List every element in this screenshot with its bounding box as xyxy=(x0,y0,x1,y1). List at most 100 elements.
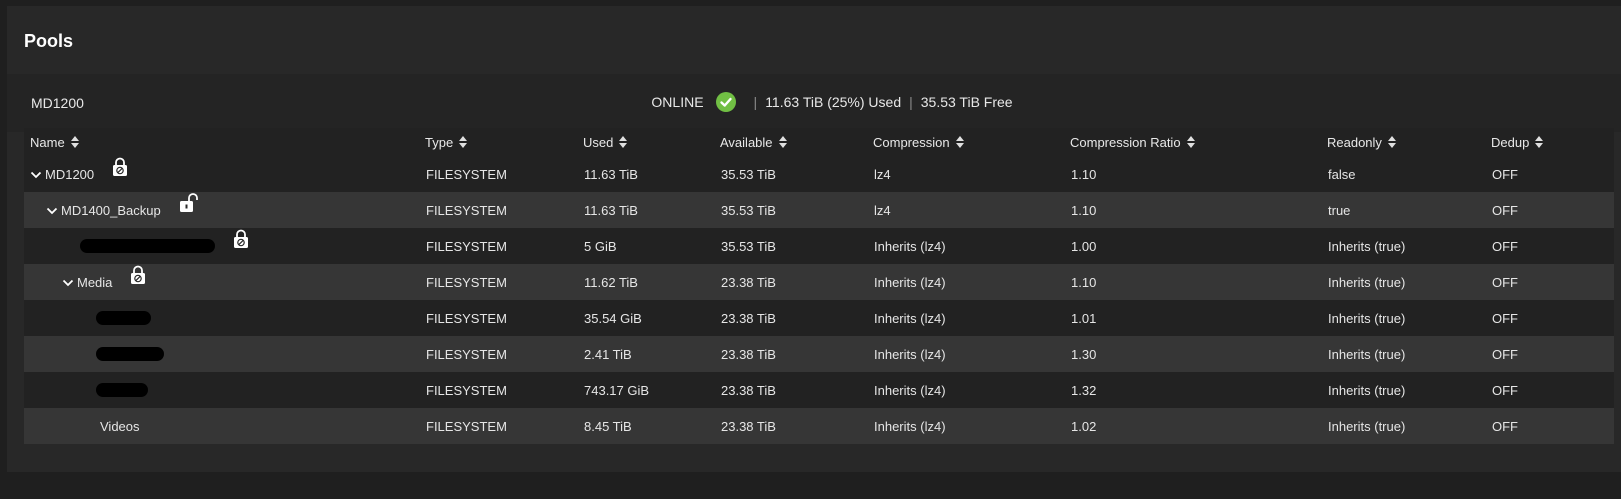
cell-value-ratio: 1.10 xyxy=(1071,274,1097,290)
cell-value-available: 35.53 TiB xyxy=(721,202,776,218)
cell-type: FILESYSTEM xyxy=(419,408,577,444)
cell-name: MD1200 xyxy=(24,156,419,192)
column-header-type[interactable]: Type xyxy=(419,128,577,156)
cell-value-used: 11.63 TiB xyxy=(584,166,638,182)
cell-value-readonly: Inherits (true) xyxy=(1328,274,1406,290)
cell-value-available: 23.38 TiB xyxy=(721,274,776,290)
dataset-name: MD1400_Backup xyxy=(61,202,161,218)
cell-dedup: OFF xyxy=(1485,228,1614,264)
cell-value-dedup: OFF xyxy=(1492,274,1518,290)
cell-ratio: 1.10 xyxy=(1064,192,1321,228)
sort-icon[interactable] xyxy=(1186,136,1195,148)
table-row[interactable]: FILESYSTEM 35.54 GiB 23.38 TiB Inherits (lz… xyxy=(24,300,1614,336)
cell-used: 5 GiB xyxy=(577,228,714,264)
name-wrapper: MD1200 xyxy=(24,157,419,186)
sort-icon[interactable] xyxy=(778,136,787,148)
locked-icon xyxy=(233,229,249,252)
cell-dedup: OFF xyxy=(1485,192,1614,228)
chevron-down-icon[interactable] xyxy=(62,275,74,290)
cell-value-type: FILESYSTEM xyxy=(426,418,507,434)
cell-compression: Inherits (lz4) xyxy=(867,372,1064,408)
cell-value-compression: Inherits (lz4) xyxy=(874,310,946,326)
name-wrapper xyxy=(24,311,419,325)
cell-ratio: 1.00 xyxy=(1064,228,1321,264)
cell-value-readonly: true xyxy=(1328,202,1351,218)
cell-used: 2.41 TiB xyxy=(577,336,714,372)
check-circle-icon xyxy=(715,92,736,112)
column-header-compression[interactable]: Compression xyxy=(867,128,1064,156)
dataset-name: Videos xyxy=(100,418,140,434)
cell-value-ratio: 1.32 xyxy=(1071,382,1097,398)
cell-compression: Inherits (lz4) xyxy=(867,408,1064,444)
cell-value-compression: lz4 xyxy=(874,166,891,182)
table-header: Name Type Used Available Compression Compress… xyxy=(24,128,1614,156)
cell-value-available: 35.53 TiB xyxy=(721,238,776,254)
cell-used: 743.17 GiB xyxy=(577,372,714,408)
cell-compression: Inherits (lz4) xyxy=(867,228,1064,264)
cell-readonly: Inherits (true) xyxy=(1321,264,1485,300)
table-row[interactable]: MD1200 FILESYSTEM 11.63 TiB 35.53 TiB lz4 1.1… xyxy=(24,156,1614,192)
page-title: Pools xyxy=(24,31,74,51)
cell-type: FILESYSTEM xyxy=(419,228,577,264)
cell-value-compression: Inherits (lz4) xyxy=(874,274,946,290)
cell-available: 23.38 TiB xyxy=(714,300,867,336)
cell-value-used: 11.62 TiB xyxy=(584,274,638,290)
column-header-available[interactable]: Available xyxy=(714,128,867,156)
column-header-used[interactable]: Used xyxy=(577,128,714,156)
pool-used: 11.63 TiB (25%) Used xyxy=(765,94,902,110)
cell-ratio: 1.10 xyxy=(1064,156,1321,192)
table-row[interactable]: MD1400_Backup FILESYSTEM 11.63 TiB 35.53 Ti… xyxy=(24,192,1614,228)
cell-value-ratio: 1.00 xyxy=(1071,238,1097,254)
cell-name xyxy=(24,372,419,408)
name-wrapper: MD1400_Backup xyxy=(24,192,419,222)
cell-compression: Inherits (lz4) xyxy=(867,264,1064,300)
sort-icon[interactable] xyxy=(955,136,964,148)
cell-value-dedup: OFF xyxy=(1492,310,1518,326)
datasets-table: Name Type Used Available Compression Compress… xyxy=(24,128,1614,444)
cell-value-ratio: 1.10 xyxy=(1071,202,1097,218)
cell-used: 8.45 TiB xyxy=(577,408,714,444)
table-row[interactable]: FILESYSTEM 743.17 GiB 23.38 TiB Inherits (l… xyxy=(24,372,1614,408)
sort-icon[interactable] xyxy=(1387,136,1396,148)
column-header-dedup[interactable]: Dedup xyxy=(1485,128,1614,156)
table-row[interactable]: Media FILESYSTEM 11.62 TiB 23.38 TiB Inherit… xyxy=(24,264,1614,300)
cell-available: 35.53 TiB xyxy=(714,228,867,264)
column-header-readonly[interactable]: Readonly xyxy=(1321,128,1485,156)
column-header-inner: Compression Ratio xyxy=(1064,135,1321,150)
cell-value-readonly: Inherits (true) xyxy=(1328,238,1406,254)
cell-readonly: Inherits (true) xyxy=(1321,228,1485,264)
name-wrapper: Media xyxy=(24,265,419,294)
redacted-name xyxy=(96,383,148,397)
cell-value-type: FILESYSTEM xyxy=(426,346,507,362)
cell-value-type: FILESYSTEM xyxy=(426,202,507,218)
sort-icon[interactable] xyxy=(619,136,628,148)
cell-dedup: OFF xyxy=(1485,156,1614,192)
sort-icon[interactable] xyxy=(1535,136,1544,148)
cell-type: FILESYSTEM xyxy=(419,156,577,192)
cell-ratio: 1.02 xyxy=(1064,408,1321,444)
column-header-name[interactable]: Name xyxy=(24,128,419,156)
cell-value-readonly: Inherits (true) xyxy=(1328,346,1406,362)
cell-value-readonly: Inherits (true) xyxy=(1328,310,1406,326)
table-row[interactable]: Videos FILESYSTEM 8.45 TiB 23.38 TiB Inherit… xyxy=(24,408,1614,444)
table-row[interactable]: FILESYSTEM 5 GiB 35.53 TiB Inherits (lz4) 1.… xyxy=(24,228,1614,264)
cell-value-type: FILESYSTEM xyxy=(426,238,507,254)
cell-used: 11.63 TiB xyxy=(577,156,714,192)
locked-icon xyxy=(112,157,128,180)
sort-icon[interactable] xyxy=(459,136,468,148)
chevron-down-icon[interactable] xyxy=(46,203,58,218)
cell-ratio: 1.10 xyxy=(1064,264,1321,300)
cell-type: FILESYSTEM xyxy=(419,300,577,336)
column-header-label: Compression xyxy=(873,134,950,150)
name-wrapper xyxy=(24,229,419,258)
cell-used: 35.54 GiB xyxy=(577,300,714,336)
chevron-down-icon[interactable] xyxy=(30,167,42,182)
table-row[interactable]: FILESYSTEM 2.41 TiB 23.38 TiB Inherits (lz4… xyxy=(24,336,1614,372)
cell-compression: lz4 xyxy=(867,156,1064,192)
column-header-inner: Type xyxy=(419,135,577,150)
sort-icon[interactable] xyxy=(70,136,79,148)
redacted-name xyxy=(96,311,151,325)
cell-compression: Inherits (lz4) xyxy=(867,300,1064,336)
cell-name: Media xyxy=(24,264,419,300)
column-header-ratio[interactable]: Compression Ratio xyxy=(1064,128,1321,156)
